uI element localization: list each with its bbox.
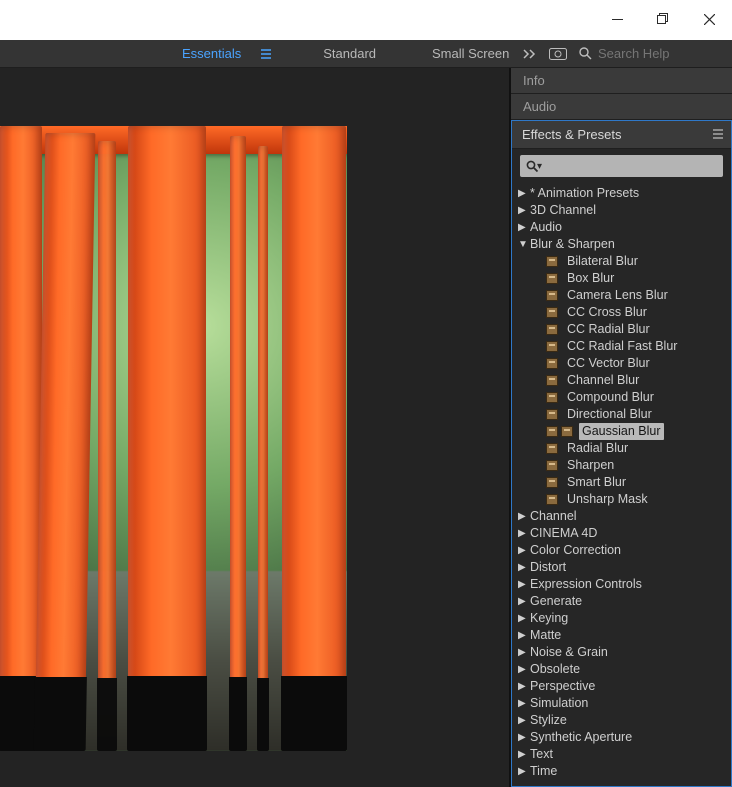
- effect-radial-blur[interactable]: Radial Blur: [542, 440, 731, 457]
- workspace: Info Audio Effects & Presets ▾: [0, 68, 732, 787]
- category-color-correction[interactable]: ▶Color Correction: [512, 542, 731, 559]
- effect-cc-radial-fast-blur[interactable]: CC Radial Fast Blur: [542, 338, 731, 355]
- effect-icon: [546, 409, 558, 420]
- effect-icon: [546, 358, 558, 369]
- maximize-icon: [657, 13, 669, 25]
- effect-unsharp-mask[interactable]: Unsharp Mask: [542, 491, 731, 508]
- window-titlebar: [0, 0, 732, 40]
- effect-smart-blur[interactable]: Smart Blur: [542, 474, 731, 491]
- panel-tab-info[interactable]: Info: [511, 68, 732, 94]
- composition-panel: [0, 68, 510, 787]
- effect-icon: [546, 290, 558, 301]
- torii-pillar: [230, 136, 246, 751]
- category-obsolete[interactable]: ▶Obsolete: [512, 661, 731, 678]
- composition-viewer[interactable]: [0, 126, 347, 751]
- category-synthetic-aperture[interactable]: ▶Synthetic Aperture: [512, 729, 731, 746]
- search-icon: [579, 47, 592, 60]
- effect-icon: [546, 460, 558, 471]
- category-blur-sharpen[interactable]: ▼Blur & Sharpen: [512, 236, 731, 253]
- effect-gaussian-blur[interactable]: Gaussian Blur: [542, 423, 731, 440]
- torii-pillar: [258, 146, 268, 751]
- effect-icon: [546, 494, 558, 505]
- effect-icon: [546, 273, 558, 284]
- effect-icon: [546, 426, 558, 437]
- effect-box-blur[interactable]: Box Blur: [542, 270, 731, 287]
- effect-icon: [546, 443, 558, 454]
- effect-camera-lens-blur[interactable]: Camera Lens Blur: [542, 287, 731, 304]
- category-3d-channel[interactable]: ▶3D Channel: [512, 202, 731, 219]
- category-perspective[interactable]: ▶Perspective: [512, 678, 731, 695]
- effects-presets-panel: Effects & Presets ▾ ▶*: [511, 120, 732, 787]
- effects-presets-header[interactable]: Effects & Presets: [512, 121, 731, 149]
- help-search-input[interactable]: [598, 46, 718, 61]
- effects-search-row: ▾: [512, 149, 731, 183]
- category-animation-presets[interactable]: ▶* Animation Presets: [512, 185, 731, 202]
- panel-menu-icon: [713, 129, 723, 139]
- category-matte[interactable]: ▶Matte: [512, 627, 731, 644]
- effect-icon: [546, 375, 558, 386]
- effect-icon: [561, 426, 573, 437]
- effect-icon: [546, 324, 558, 335]
- help-search[interactable]: [579, 46, 718, 61]
- category-stylize[interactable]: ▶Stylize: [512, 712, 731, 729]
- snapshot-button[interactable]: [549, 48, 567, 60]
- effect-channel-blur[interactable]: Channel Blur: [542, 372, 731, 389]
- effects-tree[interactable]: ▶* Animation Presets ▶3D Channel ▶Audio …: [512, 183, 731, 786]
- effects-presets-title: Effects & Presets: [522, 127, 621, 142]
- maximize-button[interactable]: [640, 4, 686, 34]
- effect-directional-blur[interactable]: Directional Blur: [542, 406, 731, 423]
- workspace-tab-small-screen[interactable]: Small Screen: [420, 40, 521, 67]
- workspace-tab-menu-icon[interactable]: [253, 40, 279, 67]
- effect-cc-vector-blur[interactable]: CC Vector Blur: [542, 355, 731, 372]
- category-generate[interactable]: ▶Generate: [512, 593, 731, 610]
- effect-cc-cross-blur[interactable]: CC Cross Blur: [542, 304, 731, 321]
- effect-icon: [546, 392, 558, 403]
- torii-pillar: [128, 126, 206, 751]
- category-expression-controls[interactable]: ▶Expression Controls: [512, 576, 731, 593]
- effect-sharpen[interactable]: Sharpen: [542, 457, 731, 474]
- effect-compound-blur[interactable]: Compound Blur: [542, 389, 731, 406]
- effect-bilateral-blur[interactable]: Bilateral Blur: [542, 253, 731, 270]
- workspace-bar-left-spacer: [0, 40, 170, 67]
- effect-icon: [546, 256, 558, 267]
- effect-icon: [546, 477, 558, 488]
- snapshot-icon: [549, 48, 567, 60]
- category-text[interactable]: ▶Text: [512, 746, 731, 763]
- category-time[interactable]: ▶Time: [512, 763, 731, 780]
- close-button[interactable]: [686, 4, 732, 34]
- category-simulation[interactable]: ▶Simulation: [512, 695, 731, 712]
- panel-tab-audio[interactable]: Audio: [511, 94, 732, 120]
- workspace-tab-standard[interactable]: Standard: [311, 40, 388, 67]
- torii-pillar: [98, 141, 116, 751]
- chevrons-right-icon: [523, 49, 537, 59]
- minimize-icon: [612, 14, 623, 25]
- category-audio[interactable]: ▶Audio: [512, 219, 731, 236]
- category-noise-grain[interactable]: ▶Noise & Grain: [512, 644, 731, 661]
- blur-sharpen-children: Bilateral Blur Box Blur Camera Lens Blur…: [512, 253, 731, 508]
- effect-cc-radial-blur[interactable]: CC Radial Blur: [542, 321, 731, 338]
- panel-menu-button[interactable]: [713, 127, 723, 142]
- effects-search-input[interactable]: [542, 159, 723, 173]
- workspace-bar: Essentials Standard Small Screen: [0, 40, 732, 68]
- close-icon: [704, 14, 715, 25]
- torii-pillar: [282, 126, 346, 751]
- effects-search-box[interactable]: ▾: [520, 155, 723, 177]
- category-channel[interactable]: ▶Channel: [512, 508, 731, 525]
- category-keying[interactable]: ▶Keying: [512, 610, 731, 627]
- workspace-tab-essentials[interactable]: Essentials: [170, 40, 253, 67]
- minimize-button[interactable]: [594, 4, 640, 34]
- category-cinema4d[interactable]: ▶CINEMA 4D: [512, 525, 731, 542]
- effect-icon: [546, 341, 558, 352]
- workspace-overflow-button[interactable]: [523, 49, 537, 59]
- right-panel-column: Info Audio Effects & Presets ▾: [510, 68, 732, 787]
- category-distort[interactable]: ▶Distort: [512, 559, 731, 576]
- effect-icon: [546, 307, 558, 318]
